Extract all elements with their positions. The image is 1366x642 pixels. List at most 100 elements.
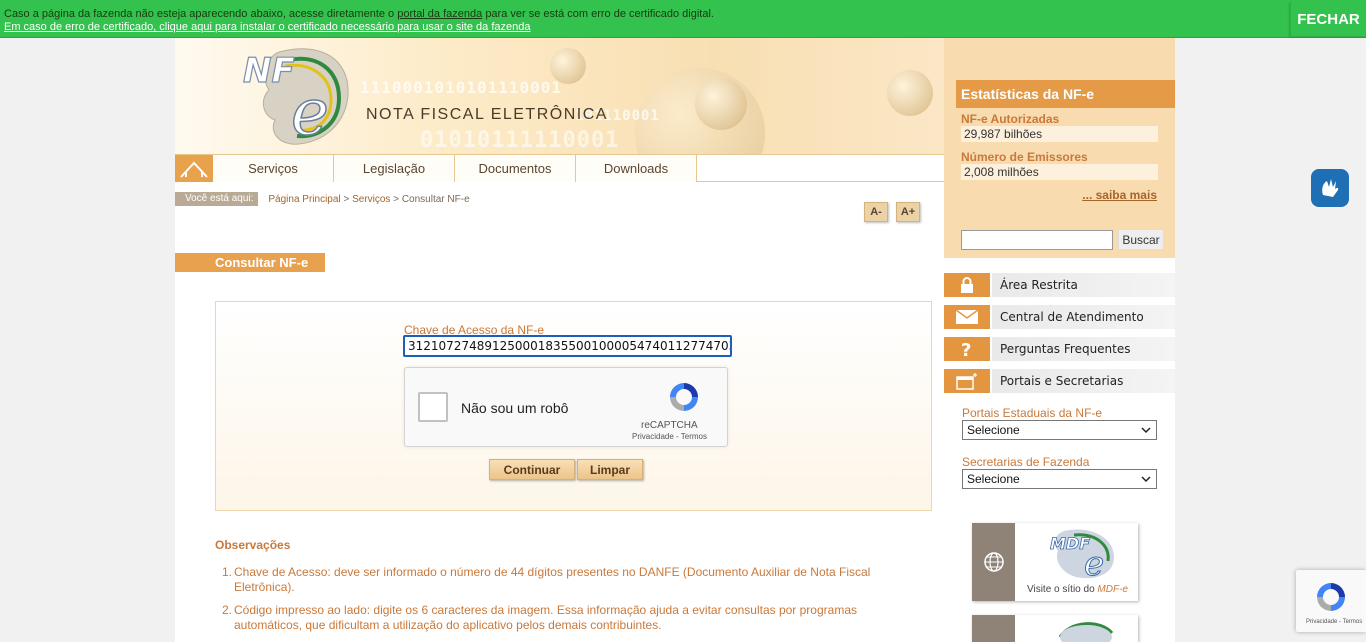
authorized-label: NF-e Autorizadas <box>961 112 1060 126</box>
observations-list: 1. Chave de Acesso: deve ser informado o … <box>222 565 902 641</box>
breadcrumb-label: Você está aqui: <box>175 192 259 206</box>
list-item: 1. Chave de Acesso: deve ser informado o … <box>222 565 871 594</box>
right-sidebar: Estatísticas da NF-e NF-e Autorizadas 29… <box>944 38 1175 642</box>
svg-text:e: e <box>1084 544 1104 581</box>
notice-text-end: para ver se está com erro de certificado… <box>485 8 714 20</box>
main-nav: Serviços Legislação Documentos Downloads <box>175 154 944 182</box>
site-title: NOTA FISCAL ELETRÔNICA <box>366 106 608 123</box>
menu-portais-secretarias[interactable]: Portais e Secretarias <box>944 369 1175 393</box>
svg-text:e: e <box>291 76 329 150</box>
stats-title: Estatísticas da NF-e <box>956 80 1175 108</box>
recaptcha-badge[interactable]: Privacidade - Termos <box>1296 570 1366 632</box>
decorative-orb <box>695 78 747 130</box>
breadcrumb: Você está aqui: Página Principal > Servi… <box>175 192 470 206</box>
search-button[interactable]: Buscar <box>1118 229 1164 250</box>
notice-message: Caso a página da fazenda não esteja apar… <box>4 8 714 20</box>
recaptcha-brand: reCAPTCHA <box>641 420 698 431</box>
breadcrumb-separator: > <box>343 193 350 205</box>
portais-estaduais-select[interactable]: Selecione <box>962 420 1157 440</box>
cte-promo-banner[interactable] <box>972 615 1138 642</box>
search-input[interactable] <box>961 230 1113 250</box>
mdfe-logo: MDF e <box>1050 529 1114 581</box>
globe-icon-wrap <box>972 523 1015 601</box>
nfe-logo[interactable]: NF e <box>239 40 359 150</box>
increase-font-button[interactable]: A+ <box>896 202 920 222</box>
breadcrumb-path: Página Principal > Serviços > Consultar … <box>268 194 469 205</box>
globe-icon <box>983 552 1004 572</box>
secretarias-select[interactable]: Selecione <box>962 469 1157 489</box>
nav-item-documentos[interactable]: Documentos <box>455 155 576 182</box>
sign-language-icon <box>1322 179 1339 197</box>
recaptcha-logo-icon <box>670 383 698 411</box>
mdfe-caption: Visite o sítio do MDF-e <box>1027 584 1128 595</box>
observations-title: Observações <box>215 538 291 552</box>
install-certificate-link[interactable]: Em caso de erro de certificado, clique a… <box>4 21 530 33</box>
notice-text: Caso a página da fazenda não esteja apar… <box>4 8 395 20</box>
menu-label: Perguntas Frequentes <box>992 337 1175 361</box>
decrease-font-button[interactable]: A- <box>864 202 888 222</box>
nav-item-downloads[interactable]: Downloads <box>576 155 697 182</box>
cte-logo <box>1058 622 1114 642</box>
svg-text:NF: NF <box>243 51 295 91</box>
chevron-down-icon <box>1141 476 1151 483</box>
recaptcha-logo-icon <box>1317 583 1345 611</box>
menu-label: Portais e Secretarias <box>992 369 1175 393</box>
page-container: 1110001010101110001 101110001 0101011111… <box>175 38 1175 642</box>
envelope-icon-wrap <box>944 305 990 329</box>
authorized-value: 29,987 bilhões <box>961 126 1158 142</box>
saiba-mais-link[interactable]: ... saiba mais <box>1082 188 1157 202</box>
recaptcha-label: Não sou um robô <box>461 400 569 416</box>
continuar-button[interactable]: Continuar <box>489 459 575 480</box>
lock-icon-wrap <box>944 273 990 297</box>
question-icon-wrap: ? <box>944 337 990 361</box>
breadcrumb-current: Consultar NF-e <box>401 193 470 205</box>
menu-label: Central de Atendimento <box>992 305 1175 329</box>
home-icon <box>180 161 208 178</box>
issuers-label: Número de Emissores <box>961 150 1088 164</box>
chevron-down-icon <box>1141 427 1151 434</box>
portais-estaduais-label: Portais Estaduais da NF-e <box>962 406 1103 420</box>
breadcrumb-home-link[interactable]: Página Principal <box>268 194 340 205</box>
menu-label: Área Restrita <box>992 273 1175 297</box>
menu-central-atendimento[interactable]: Central de Atendimento <box>944 305 1175 329</box>
stats-panel: Estatísticas da NF-e NF-e Autorizadas 29… <box>944 38 1175 258</box>
breadcrumb-services-link[interactable]: Serviços <box>352 194 390 205</box>
envelope-icon <box>955 309 979 324</box>
certificate-notice-bar: Caso a página da fazenda não esteja apar… <box>0 0 1366 38</box>
recaptcha-widget: Não sou um robô reCAPTCHA Privacidade - … <box>404 367 728 447</box>
nav-item-servicos[interactable]: Serviços <box>213 155 334 182</box>
chave-acesso-input[interactable] <box>403 335 732 357</box>
menu-perguntas-frequentes[interactable]: ? Perguntas Frequentes <box>944 337 1175 361</box>
binary-decoration: 1110001010101110001 <box>360 78 563 97</box>
window-icon-wrap <box>944 369 990 393</box>
mdfe-promo-banner[interactable]: MDF e Visite o sítio do MDF-e <box>972 523 1138 601</box>
home-button[interactable] <box>175 155 213 182</box>
list-item: 2. Código impresso ao lado: digite os 6 c… <box>222 603 857 632</box>
question-icon: ? <box>961 340 971 358</box>
breadcrumb-separator: > <box>393 193 400 205</box>
binary-decoration: 01010111110001 <box>420 128 620 153</box>
recaptcha-links[interactable]: Privacidade - Termos <box>632 432 707 441</box>
promo-left <box>972 615 1015 642</box>
recaptcha-checkbox[interactable] <box>418 392 448 422</box>
issuers-value: 2,008 milhões <box>961 164 1158 180</box>
portal-fazenda-link[interactable]: portal da fazenda <box>397 8 482 20</box>
recaptcha-badge-links[interactable]: Privacidade - Termos <box>1306 619 1362 625</box>
caption-brand: MDF-e <box>1097 584 1128 595</box>
limpar-button[interactable]: Limpar <box>577 459 643 480</box>
decorative-orb <box>887 70 933 116</box>
header-banner: 1110001010101110001 101110001 0101011111… <box>175 38 944 154</box>
close-notice-button[interactable]: FECHAR <box>1290 2 1366 36</box>
secretarias-label: Secretarias de Fazenda <box>962 455 1090 469</box>
lock-icon <box>961 277 973 293</box>
consulta-form: Chave de Acesso da NF-e Não sou um robô … <box>215 301 932 511</box>
select-value: Selecione <box>967 472 1020 486</box>
caption-text: Visite o sítio do <box>1027 584 1095 595</box>
section-title: Consultar NF-e <box>175 253 325 272</box>
menu-area-restrita[interactable]: Área Restrita <box>944 273 1175 297</box>
svg-text:?: ? <box>961 340 971 358</box>
window-icon <box>956 373 977 390</box>
nav-item-legislacao[interactable]: Legislação <box>334 155 455 182</box>
select-value: Selecione <box>967 423 1020 437</box>
accessibility-button[interactable] <box>1311 169 1349 207</box>
